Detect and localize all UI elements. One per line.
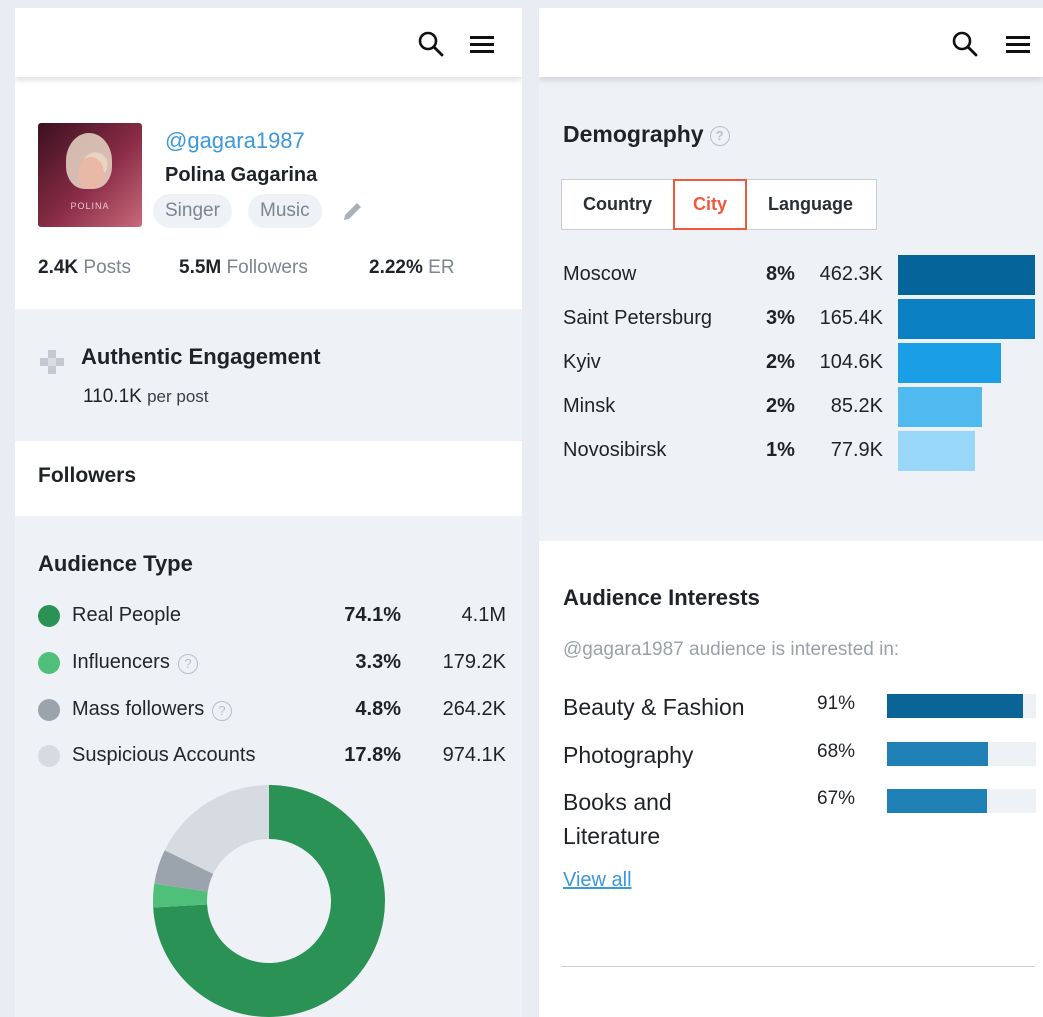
demography-tabs: Country City Language [561,179,877,230]
audience-type-label: Influencers [72,651,170,673]
help-icon[interactable]: ? [178,654,198,674]
city-bar [898,343,1001,383]
audience-type-count: 4.1M [461,604,506,626]
left-panel: POLINA @gagara1987 Polina Gagarina Singe… [15,8,522,1017]
city-count: 165.4K [819,307,883,329]
tag-music[interactable]: Music [248,194,322,228]
audience-type-count: 974.1K [442,744,506,766]
city-name: Minsk [563,395,616,417]
city-count: 104.6K [819,351,883,373]
audience-type-title: Audience Type [38,551,193,576]
city-percent: 2% [766,351,795,373]
interest-name: Beauty & Fashion [563,694,745,720]
audience-type-percent: 4.8% [355,698,401,720]
city-name: Novosibirsk [563,439,667,461]
right-topbar [539,8,1043,77]
legend-dot [38,699,60,721]
authentic-engagement-value: 110.1K per post [83,386,209,407]
audience-donut-chart [153,785,385,1017]
audience-type-row: Real People 74.1% 4.1M [15,601,522,631]
audience-type-percent: 74.1% [344,604,401,626]
audience-type-label: Mass followers [72,698,205,720]
interest-bar-track [887,789,1036,813]
tab-language[interactable]: Language [747,180,874,229]
pencil-icon[interactable] [341,199,365,223]
avatar-text: POLINA [70,201,110,211]
interest-percent: 67% [817,788,856,809]
tab-country[interactable]: Country [562,180,673,229]
demography-title: Demography? [563,121,730,148]
view-all-link[interactable]: View all [563,869,632,892]
city-name: Moscow [563,263,637,285]
audience-type-row: Influencers 3.3% 179.2K? [15,648,522,678]
city-percent: 2% [766,395,795,417]
legend-dot [38,745,60,767]
audience-type-label: Real People [72,604,181,626]
tag-singer[interactable]: Singer [153,194,232,228]
divider [561,966,1035,967]
city-row: Minsk 2% 85.2K [539,387,1043,427]
menu-icon[interactable] [468,30,496,58]
city-bar [898,431,975,471]
er-stat: 2.22% ER [369,257,455,278]
legend-dot [38,605,60,627]
followers-stat: 5.5M Followers [179,257,308,278]
interest-percent: 91% [817,693,856,714]
left-topbar [15,8,522,77]
audience-type-label: Suspicious Accounts [72,744,256,766]
audience-type-count: 179.2K [442,651,506,673]
tab-city[interactable]: City [673,179,747,230]
search-icon[interactable] [417,30,445,58]
city-percent: 8% [766,263,795,285]
interest-name: Photography [563,742,694,768]
city-bar [898,299,1035,339]
city-row: Saint Petersburg 3% 165.4K [539,299,1043,339]
interest-percent: 68% [817,741,856,762]
city-row: Novosibirsk 1% 77.9K [539,431,1043,471]
interest-bar-fill [887,789,987,813]
interest-bar-track [887,694,1036,718]
avatar: POLINA [38,123,142,227]
help-icon[interactable]: ? [212,701,232,721]
authentic-engagement-section [15,309,522,441]
posts-stat: 2.4K Posts [38,257,131,278]
city-name: Saint Petersburg [563,307,712,329]
interest-bar-track [887,742,1036,766]
city-row: Kyiv 2% 104.6K [539,343,1043,383]
audience-type-row: Suspicious Accounts 17.8% 974.1K [15,741,522,771]
legend-dot [38,652,60,674]
menu-icon[interactable] [1004,30,1032,58]
help-icon[interactable]: ? [709,126,730,146]
interest-bar-fill [887,742,989,766]
interest-name: Books and Literature [563,789,672,849]
followers-title: Followers [38,464,137,487]
search-icon[interactable] [951,30,979,58]
audience-type-count: 264.2K [442,698,506,720]
audience-interests-title: Audience Interests [563,585,760,610]
city-bar [898,255,1035,295]
city-percent: 3% [766,307,795,329]
audience-type-percent: 17.8% [344,744,401,766]
audience-interests-subtitle: @gagara1987 audience is interested in: [563,639,900,660]
city-percent: 1% [766,439,795,461]
profile-name: Polina Gagarina [165,164,318,186]
city-count: 77.9K [830,439,883,461]
audience-type-row: Mass followers 4.8% 264.2K? [15,695,522,725]
profile-handle[interactable]: @gagara1987 [165,128,305,154]
city-bar [898,387,982,427]
audience-type-percent: 3.3% [355,651,401,673]
city-name: Kyiv [563,351,601,373]
city-count: 85.2K [830,395,883,417]
interest-bar-fill [887,694,1023,718]
engagement-icon [40,350,64,374]
city-row: Moscow 8% 462.3K [539,255,1043,295]
right-panel: Demography? Country City Language Moscow… [539,8,1043,1017]
authentic-engagement-title: Authentic Engagement [81,344,321,369]
city-count: 462.3K [819,263,883,285]
